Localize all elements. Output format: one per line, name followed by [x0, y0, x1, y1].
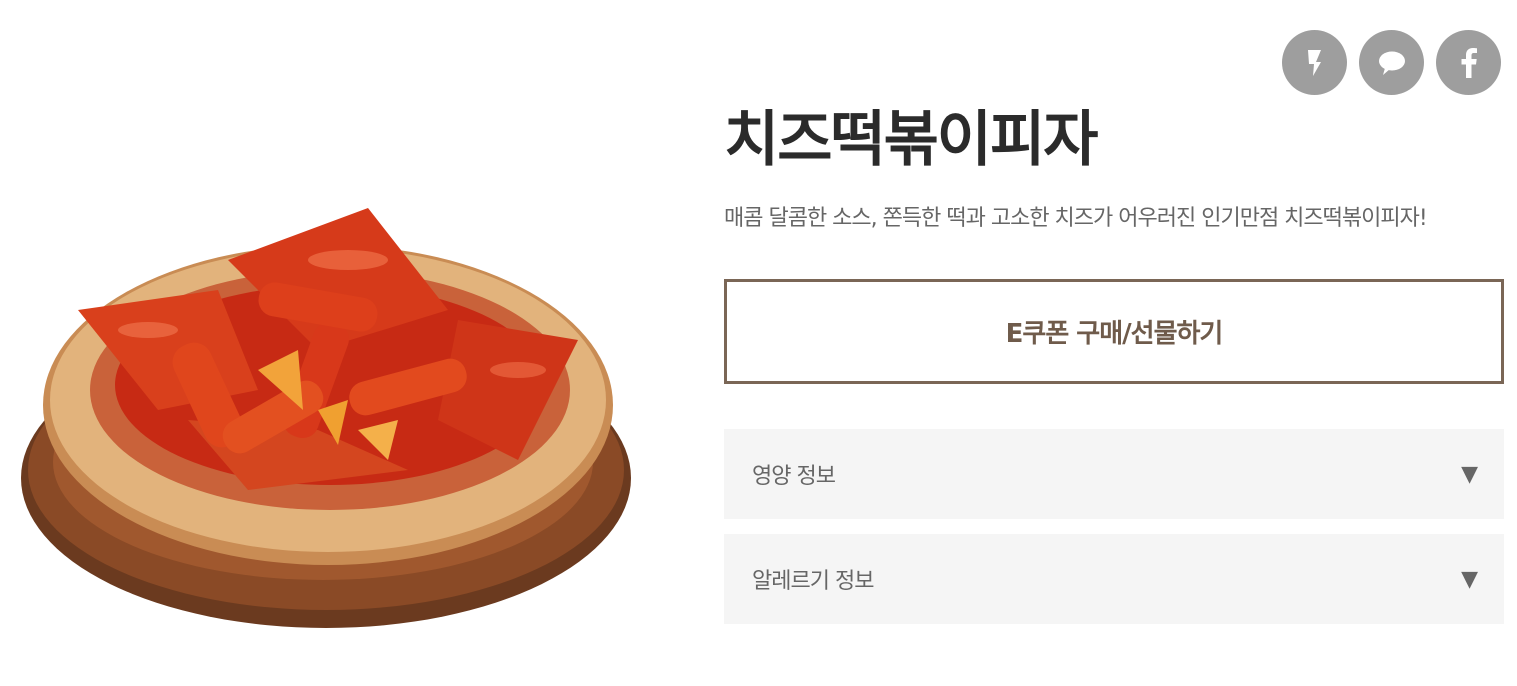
ecoupon-purchase-button[interactable]: E쿠폰 구매/선물하기 — [724, 279, 1504, 384]
product-image — [18, 200, 638, 640]
product-description: 매콤 달콤한 소스, 쫀득한 떡과 고소한 치즈가 어우러진 인기만점 치즈떡볶… — [724, 206, 1428, 231]
pizza-illustration — [21, 208, 631, 628]
facebook-share-button[interactable] — [1436, 30, 1501, 95]
facebook-icon — [1461, 47, 1477, 78]
kakaotalk-share-button[interactable] — [1359, 30, 1424, 95]
chevron-down-icon: ▼ — [1461, 566, 1478, 592]
product-title: 치즈떡볶이피자 — [724, 105, 1098, 175]
nutrition-info-label: 영양 정보 — [752, 464, 836, 489]
share-buttons — [1282, 30, 1501, 95]
allergy-info-accordion[interactable]: 알레르기 정보 ▼ — [724, 534, 1504, 624]
ecoupon-button-label: E쿠폰 구매/선물하기 — [1005, 319, 1224, 349]
allergy-info-label: 알레르기 정보 — [752, 569, 874, 594]
kakaostory-share-button[interactable] — [1282, 30, 1347, 95]
kakaostory-icon — [1307, 49, 1321, 76]
nutrition-info-accordion[interactable]: 영양 정보 ▼ — [724, 429, 1504, 519]
chevron-down-icon: ▼ — [1461, 461, 1478, 487]
kakaotalk-icon — [1378, 51, 1405, 75]
